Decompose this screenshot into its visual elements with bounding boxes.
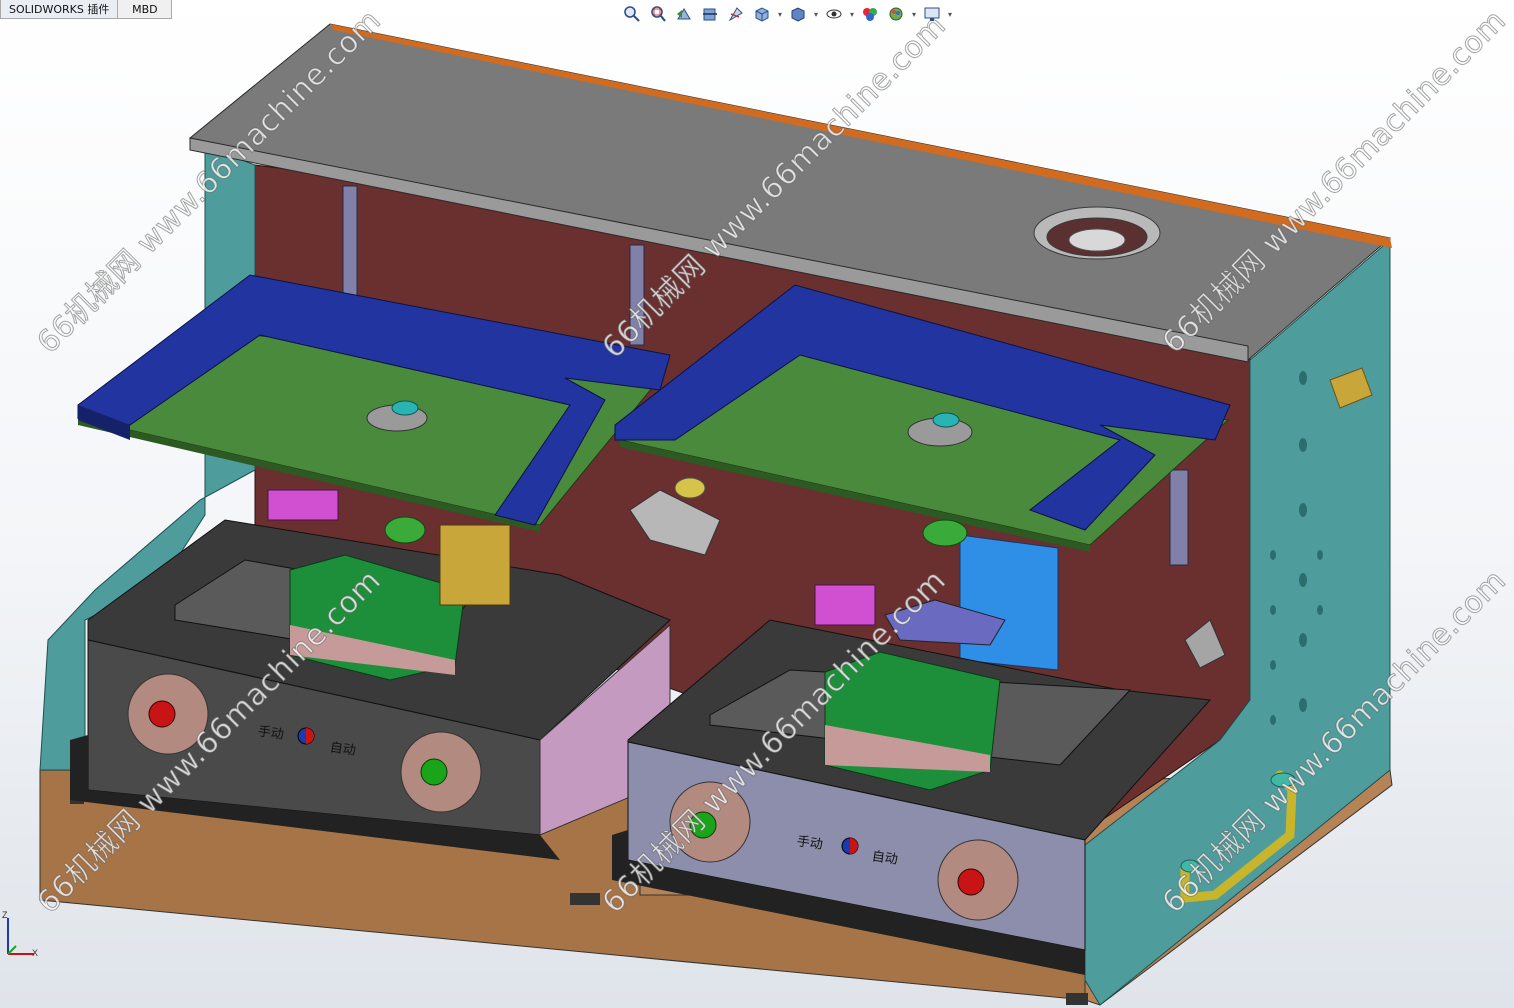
reference-triad: Z X <box>0 910 44 964</box>
hide-show-items-icon[interactable] <box>822 3 846 25</box>
graphics-area[interactable] <box>0 0 1514 1008</box>
rail <box>342 185 358 297</box>
foot <box>1066 993 1088 1005</box>
zoom-to-fit-icon[interactable] <box>620 3 644 25</box>
view-orientation-icon[interactable] <box>750 3 774 25</box>
chevron-down-icon[interactable]: ▾ <box>910 10 918 19</box>
linear-slide <box>959 534 1059 671</box>
chevron-down-icon[interactable]: ▾ <box>812 10 820 19</box>
edit-appearance-icon[interactable] <box>858 3 882 25</box>
chevron-down-icon[interactable]: ▾ <box>848 10 856 19</box>
auto-label-left: 自动 <box>328 740 357 759</box>
display-style-icon[interactable] <box>786 3 810 25</box>
auto-label-right: 自动 <box>870 849 899 868</box>
manual-label-left: 手动 <box>256 724 285 743</box>
rail <box>1169 469 1189 566</box>
foot <box>570 893 600 905</box>
zoom-to-area-icon[interactable] <box>646 3 670 25</box>
triad-x-label: X <box>32 948 39 958</box>
tab-mbd[interactable]: MBD <box>118 0 173 19</box>
dynamic-annotation-icon[interactable] <box>724 3 748 25</box>
view-settings-icon[interactable] <box>920 3 944 25</box>
previous-view-icon[interactable] <box>672 3 696 25</box>
rail <box>629 244 645 346</box>
triad-z-label: Z <box>2 910 8 920</box>
manual-label-right: 手动 <box>795 834 824 853</box>
command-manager-tabs: SOLIDWORKS 插件 MBD <box>0 0 173 20</box>
chevron-down-icon[interactable]: ▾ <box>946 10 954 19</box>
section-view-icon[interactable] <box>698 3 722 25</box>
heads-up-view-toolbar: ▾ ▾ ▾ ▾ ▾ <box>620 2 954 26</box>
tab-solidworks-addins[interactable]: SOLIDWORKS 插件 <box>0 0 119 19</box>
apply-scene-icon[interactable] <box>884 3 908 25</box>
chevron-down-icon[interactable]: ▾ <box>776 10 784 19</box>
